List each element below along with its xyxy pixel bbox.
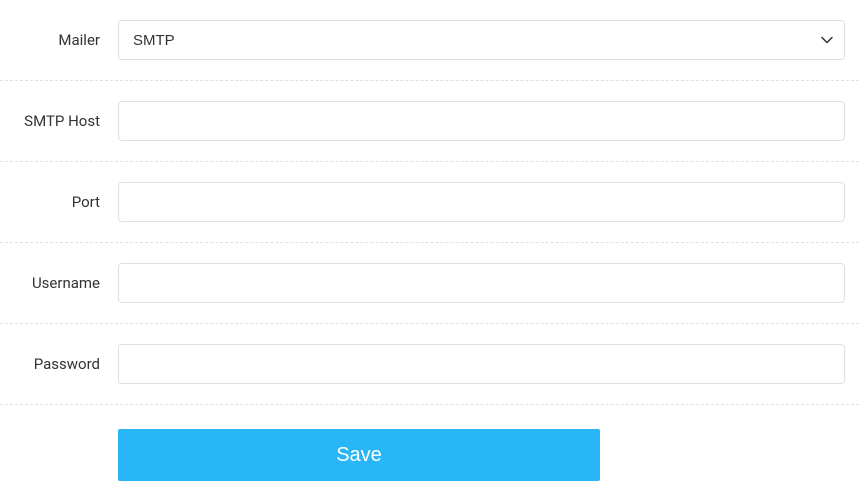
password-input[interactable] bbox=[118, 344, 845, 384]
username-control-wrap bbox=[118, 263, 859, 303]
port-label: Port bbox=[0, 193, 118, 211]
smtp-host-row: SMTP Host bbox=[0, 81, 859, 162]
port-control-wrap bbox=[118, 182, 859, 222]
password-row: Password bbox=[0, 324, 859, 405]
smtp-host-control-wrap bbox=[118, 101, 859, 141]
smtp-host-label: SMTP Host bbox=[0, 112, 118, 130]
username-input[interactable] bbox=[118, 263, 845, 303]
mailer-control-wrap: SMTP bbox=[118, 20, 859, 60]
save-button[interactable]: Save bbox=[118, 429, 600, 481]
mailer-select[interactable]: SMTP bbox=[118, 20, 845, 60]
mailer-select-wrap: SMTP bbox=[118, 20, 845, 60]
mailer-row: Mailer SMTP bbox=[0, 0, 859, 81]
port-input[interactable] bbox=[118, 182, 845, 222]
mailer-label: Mailer bbox=[0, 31, 118, 49]
smtp-host-input[interactable] bbox=[118, 101, 845, 141]
port-row: Port bbox=[0, 162, 859, 243]
password-label: Password bbox=[0, 355, 118, 373]
button-row: Save bbox=[0, 405, 859, 481]
username-label: Username bbox=[0, 274, 118, 292]
button-spacer bbox=[0, 429, 118, 481]
username-row: Username bbox=[0, 243, 859, 324]
password-control-wrap bbox=[118, 344, 859, 384]
